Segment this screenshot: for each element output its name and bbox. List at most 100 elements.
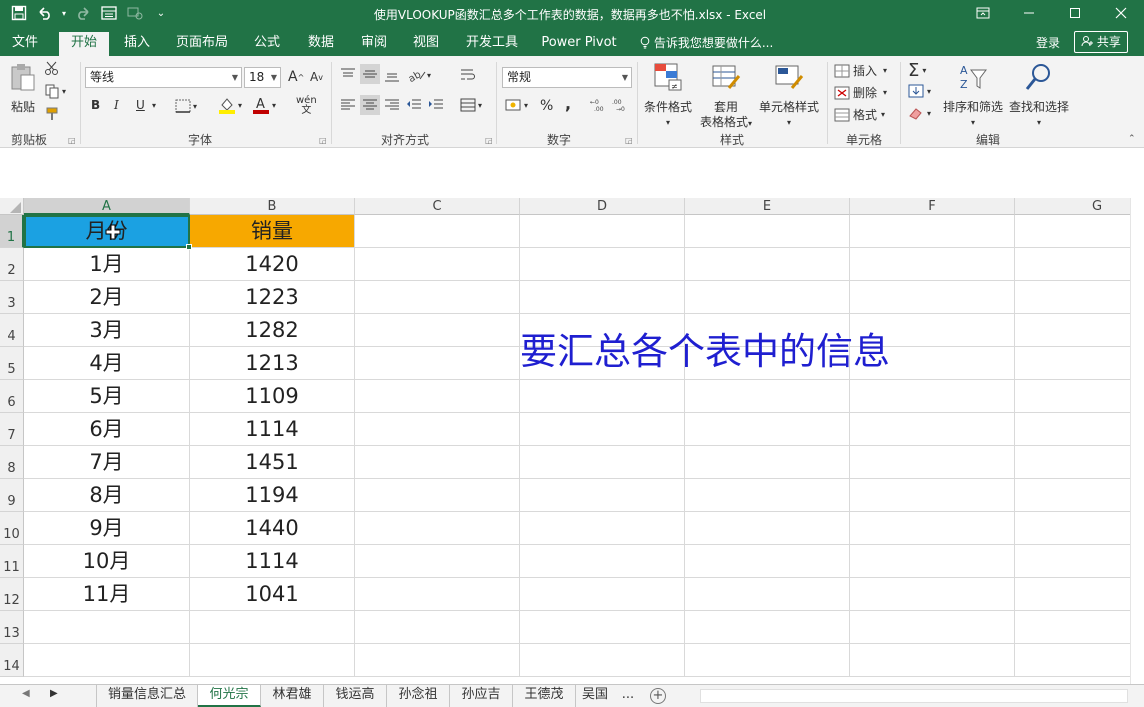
touch-mode-icon[interactable] <box>124 2 146 24</box>
column-header-e[interactable]: E <box>685 198 850 215</box>
form-icon[interactable] <box>98 2 120 24</box>
cell-month[interactable]: 11月 <box>24 578 190 611</box>
number-format-select[interactable]: 常规 ▼ <box>502 67 632 88</box>
cell-month[interactable]: 9月 <box>24 512 190 545</box>
column-header-a[interactable]: A <box>24 198 190 215</box>
font-launcher-icon[interactable]: ◲ <box>319 136 327 145</box>
cell[interactable] <box>685 281 850 314</box>
tab-file[interactable]: 文件 <box>0 32 50 56</box>
cell[interactable] <box>850 545 1015 578</box>
row-header[interactable]: 6 <box>0 380 24 413</box>
cell[interactable] <box>355 215 520 248</box>
clipboard-launcher-icon[interactable]: ◲ <box>68 136 76 145</box>
cell[interactable] <box>520 479 685 512</box>
cell-month[interactable]: 1月 <box>24 248 190 281</box>
scroll-left-icon[interactable]: ◀ <box>22 688 30 699</box>
sheet-tab-summary[interactable]: 销量信息汇总 <box>96 685 198 707</box>
cell[interactable] <box>850 611 1015 644</box>
cell[interactable] <box>24 644 190 677</box>
tell-me-box[interactable]: 告诉我您想要做什么... <box>640 34 773 51</box>
percent-style-button[interactable]: % <box>540 98 553 114</box>
undo-icon[interactable] <box>34 2 56 24</box>
cell[interactable] <box>520 446 685 479</box>
cell[interactable] <box>850 248 1015 281</box>
orientation-icon[interactable]: ab ▾ <box>408 68 431 82</box>
cell[interactable] <box>850 215 1015 248</box>
comma-style-button[interactable]: , <box>565 94 571 113</box>
align-right-icon[interactable] <box>384 98 400 112</box>
cell[interactable] <box>850 644 1015 677</box>
cell[interactable] <box>355 248 520 281</box>
format-painter-icon[interactable] <box>44 106 60 122</box>
tab-data[interactable]: 数据 <box>297 32 345 56</box>
phonetic-guide-icon[interactable]: wén 文 <box>296 96 317 116</box>
cell-sales[interactable]: 1420 <box>190 248 355 281</box>
border-icon[interactable]: ▾ <box>175 99 197 113</box>
row-header[interactable]: 12 <box>0 578 24 611</box>
tab-review[interactable]: 审阅 <box>350 32 398 56</box>
cell[interactable] <box>850 380 1015 413</box>
cell-sales[interactable]: 1440 <box>190 512 355 545</box>
cell[interactable] <box>850 512 1015 545</box>
cut-icon[interactable] <box>44 60 60 76</box>
column-header-b[interactable]: B <box>190 198 355 215</box>
cell-sales[interactable]: 1109 <box>190 380 355 413</box>
cell-sales[interactable]: 1114 <box>190 545 355 578</box>
clear-icon[interactable]: ▾ <box>908 106 931 120</box>
cell-sales[interactable]: 1282 <box>190 314 355 347</box>
format-cells-button[interactable]: 格式 ▾ <box>834 106 885 123</box>
cell[interactable] <box>1015 380 1144 413</box>
select-all-corner[interactable] <box>0 198 24 215</box>
font-color-icon[interactable]: A ▾ <box>252 96 276 114</box>
cell-sales[interactable]: 1041 <box>190 578 355 611</box>
cell[interactable] <box>1015 314 1144 347</box>
align-middle-icon[interactable] <box>360 64 380 84</box>
bold-button[interactable]: B <box>91 98 100 112</box>
cell[interactable] <box>355 545 520 578</box>
worksheet-grid[interactable]: A B C D E F G 1234567891011121314 月份销量1月… <box>0 198 1144 684</box>
sheet-tab-heguangzong[interactable]: 何光宗 <box>198 685 261 707</box>
cell[interactable] <box>190 611 355 644</box>
cell-month[interactable]: 10月 <box>24 545 190 578</box>
cell[interactable] <box>355 512 520 545</box>
save-icon[interactable] <box>8 2 30 24</box>
cell-styles-button[interactable]: 单元格样式 ▾ <box>756 62 822 130</box>
cell[interactable] <box>520 413 685 446</box>
cell[interactable] <box>355 578 520 611</box>
cell[interactable] <box>850 281 1015 314</box>
cell[interactable] <box>1015 545 1144 578</box>
alignment-launcher-icon[interactable]: ◲ <box>485 136 493 145</box>
close-icon[interactable] <box>1098 0 1144 25</box>
cell[interactable] <box>685 512 850 545</box>
cell[interactable] <box>685 215 850 248</box>
align-bottom-icon[interactable] <box>384 68 400 82</box>
cell[interactable] <box>685 413 850 446</box>
cell[interactable] <box>685 380 850 413</box>
cell[interactable] <box>190 644 355 677</box>
cell[interactable] <box>850 446 1015 479</box>
column-header-c[interactable]: C <box>355 198 520 215</box>
tab-page-layout[interactable]: 页面布局 <box>170 32 234 56</box>
cell[interactable] <box>1015 215 1144 248</box>
cell[interactable] <box>520 644 685 677</box>
cell[interactable] <box>355 413 520 446</box>
copy-icon[interactable]: ▾ <box>44 83 66 99</box>
cell-month[interactable]: 3月 <box>24 314 190 347</box>
conditional-formatting-button[interactable]: ≠ 条件格式 ▾ <box>640 62 696 130</box>
row-header[interactable]: 1 <box>0 215 24 248</box>
row-header[interactable]: 8 <box>0 446 24 479</box>
align-left-icon[interactable] <box>340 98 356 112</box>
cell[interactable] <box>520 611 685 644</box>
sheet-tab-linjunxiong[interactable]: 林君雄 <box>261 685 324 707</box>
row-header[interactable]: 5 <box>0 347 24 380</box>
cell[interactable] <box>685 545 850 578</box>
cell[interactable] <box>850 578 1015 611</box>
cell[interactable] <box>520 248 685 281</box>
cell[interactable] <box>1015 512 1144 545</box>
cell[interactable] <box>685 611 850 644</box>
tab-power-pivot[interactable]: Power Pivot <box>538 32 620 56</box>
row-header[interactable]: 7 <box>0 413 24 446</box>
customize-qat-icon[interactable]: ⌄ <box>150 2 172 24</box>
undo-dropdown-icon[interactable]: ▾ <box>60 2 68 24</box>
autosum-icon[interactable]: Σ ▾ <box>908 60 926 81</box>
